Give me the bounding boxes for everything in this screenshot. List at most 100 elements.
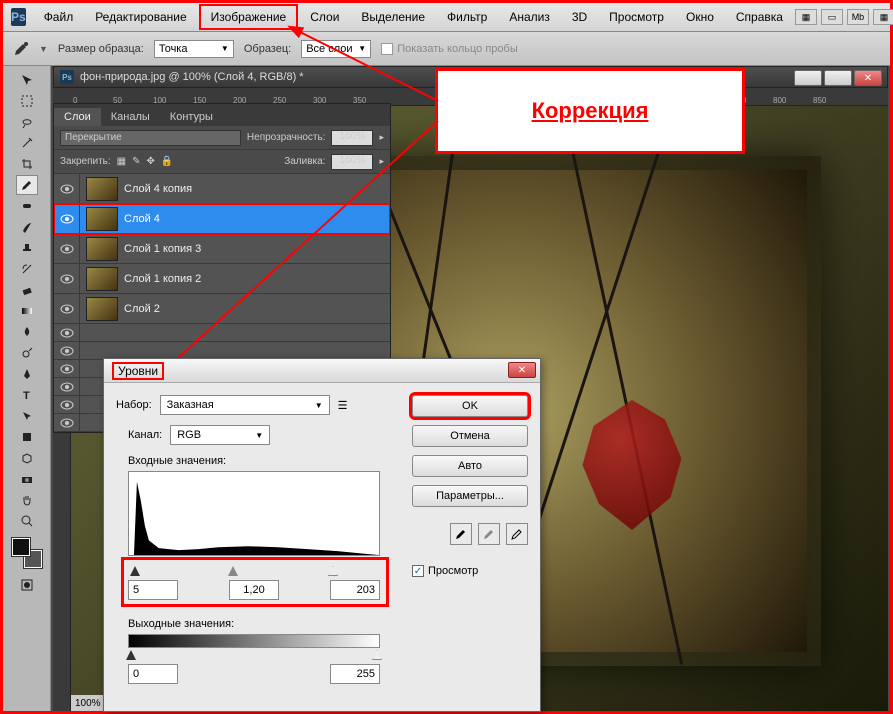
tab-paths[interactable]: Контуры [160, 108, 223, 126]
menu-image[interactable]: Изображение [199, 4, 299, 30]
layer-name[interactable]: Слой 1 копия 3 [124, 243, 201, 255]
menu-help[interactable]: Справка [726, 6, 793, 28]
white-point-handle[interactable] [328, 566, 338, 576]
eye-icon[interactable] [60, 382, 74, 392]
history-brush-tool[interactable] [16, 259, 38, 279]
eye-icon[interactable] [60, 244, 74, 254]
chevron-right-icon[interactable]: ▸ [379, 132, 384, 143]
sample-size-select[interactable]: Точка▼ [154, 40, 234, 58]
layer-row[interactable] [54, 324, 390, 342]
options-button[interactable]: Параметры... [412, 485, 528, 507]
black-input[interactable] [128, 580, 178, 600]
preset-select[interactable]: Заказная▼ [160, 395, 330, 415]
eraser-tool[interactable] [16, 280, 38, 300]
black-point-handle[interactable] [130, 566, 140, 576]
output-black-input[interactable] [128, 664, 178, 684]
output-black-handle[interactable] [126, 650, 136, 660]
shape-tool[interactable] [16, 427, 38, 447]
dialog-titlebar[interactable]: Уровни ✕ [104, 359, 540, 383]
workspace-icon-mb[interactable]: Mb [847, 9, 869, 25]
close-button[interactable]: ✕ [854, 70, 882, 86]
layer-name[interactable]: Слой 1 копия 2 [124, 273, 201, 285]
layer-name[interactable]: Слой 4 копия [124, 183, 192, 195]
eye-icon[interactable] [60, 184, 74, 194]
lasso-tool[interactable] [16, 112, 38, 132]
menu-window[interactable]: Окно [676, 6, 724, 28]
dodge-tool[interactable] [16, 343, 38, 363]
menu-file[interactable]: Файл [34, 6, 84, 28]
fill-input[interactable]: 100% [331, 154, 373, 170]
gray-eyedropper[interactable] [478, 523, 500, 545]
gray-point-handle[interactable] [228, 566, 238, 576]
white-eyedropper[interactable] [506, 523, 528, 545]
show-ring-checkbox[interactable]: Показать кольцо пробы [381, 43, 518, 55]
gradient-tool[interactable] [16, 301, 38, 321]
preview-checkbox[interactable]: ✓ Просмотр [412, 565, 528, 577]
output-white-input[interactable] [330, 664, 380, 684]
eye-icon[interactable] [60, 400, 74, 410]
output-white-handle[interactable] [372, 650, 382, 660]
chevron-down-icon[interactable]: ▼ [39, 44, 48, 54]
layer-row[interactable]: Слой 1 копия 2 [54, 264, 390, 294]
layer-name[interactable]: Слой 4 [124, 213, 160, 225]
gamma-input[interactable] [229, 580, 279, 600]
menu-filter[interactable]: Фильтр [437, 6, 497, 28]
dialog-close-button[interactable]: ✕ [508, 362, 536, 378]
cancel-button[interactable]: Отмена [412, 425, 528, 447]
lock-all-icon[interactable]: 🔒 [161, 156, 173, 167]
tab-layers[interactable]: Слои [54, 108, 101, 126]
layer-row[interactable]: Слой 2 [54, 294, 390, 324]
eye-icon[interactable] [60, 274, 74, 284]
stamp-tool[interactable] [16, 238, 38, 258]
hand-tool[interactable] [16, 490, 38, 510]
blur-tool[interactable] [16, 322, 38, 342]
camera-tool[interactable] [16, 469, 38, 489]
channel-select[interactable]: RGB▼ [170, 425, 270, 445]
layer-name[interactable]: Слой 2 [124, 303, 160, 315]
menu-view[interactable]: Просмотр [599, 6, 674, 28]
workspace-icon-2[interactable]: ▭ [821, 9, 843, 25]
quickmask-tool[interactable] [16, 575, 38, 595]
menu-3d[interactable]: 3D [562, 6, 597, 28]
opacity-input[interactable]: 100% [331, 130, 373, 146]
lock-brush-icon[interactable]: ✎ [132, 156, 140, 167]
lock-transparent-icon[interactable]: ▦ [117, 156, 126, 167]
output-slider[interactable] [128, 650, 380, 660]
menu-edit[interactable]: Редактирование [85, 6, 196, 28]
zoom-tool[interactable] [16, 511, 38, 531]
type-tool[interactable]: T [16, 385, 38, 405]
eye-icon[interactable] [60, 364, 74, 374]
maximize-button[interactable]: ◻ [824, 70, 852, 86]
black-eyedropper[interactable] [450, 523, 472, 545]
layer-row[interactable]: Слой 1 копия 3 [54, 234, 390, 264]
workspace-icon-4[interactable]: ▦ [873, 9, 893, 25]
eye-icon[interactable] [60, 346, 74, 356]
auto-button[interactable]: Авто [412, 455, 528, 477]
eye-icon[interactable] [60, 418, 74, 428]
sample-layers-select[interactable]: Все слои▼ [301, 40, 371, 58]
lock-move-icon[interactable]: ✥ [147, 156, 155, 167]
eye-icon[interactable] [60, 304, 74, 314]
menu-layers[interactable]: Слои [300, 6, 349, 28]
layer-row[interactable]: Слой 4 [54, 204, 390, 234]
menu-analysis[interactable]: Анализ [499, 6, 560, 28]
ok-button[interactable]: OK [412, 395, 528, 417]
blend-mode-select[interactable]: Перекрытие [60, 130, 241, 146]
color-swatches[interactable] [12, 538, 42, 568]
preset-menu-icon[interactable]: ☰ [338, 399, 348, 412]
marquee-tool[interactable] [16, 91, 38, 111]
menu-select[interactable]: Выделение [351, 6, 435, 28]
pen-tool[interactable] [16, 364, 38, 384]
foreground-color-swatch[interactable] [12, 538, 30, 556]
path-select-tool[interactable] [16, 406, 38, 426]
eyedropper-tool[interactable] [16, 175, 38, 195]
move-tool[interactable] [16, 70, 38, 90]
wand-tool[interactable] [16, 133, 38, 153]
white-input[interactable] [330, 580, 380, 600]
workspace-icon-1[interactable]: ▦ [795, 9, 817, 25]
layer-row[interactable]: Слой 4 копия [54, 174, 390, 204]
eye-icon[interactable] [60, 328, 74, 338]
crop-tool[interactable] [16, 154, 38, 174]
heal-tool[interactable] [16, 196, 38, 216]
brush-tool[interactable] [16, 217, 38, 237]
